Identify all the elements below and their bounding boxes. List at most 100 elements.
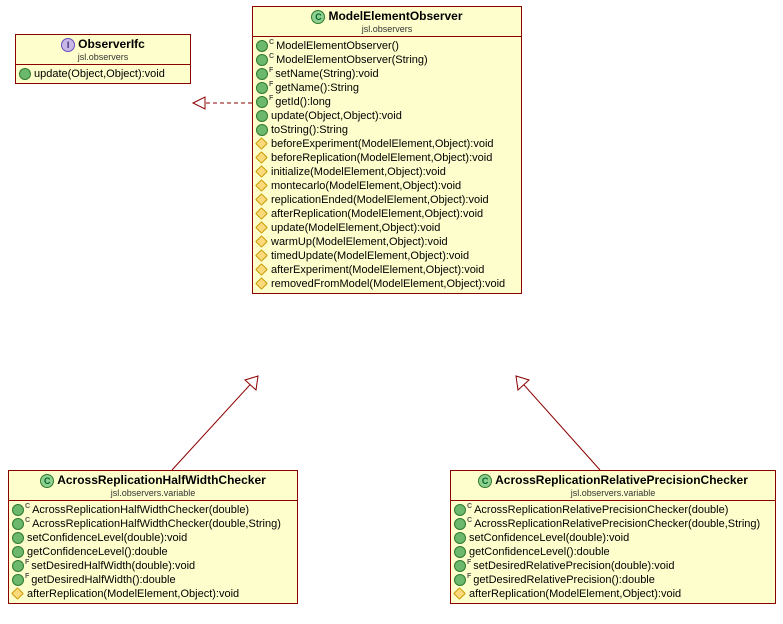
member-row: setConfidenceLevel(double):void [9, 531, 297, 545]
public-icon [12, 574, 24, 586]
member-signature: getConfidenceLevel():double [469, 546, 610, 558]
member-signature: AcrossReplicationHalfWidthChecker(double… [32, 504, 249, 516]
classname-text: AcrossReplicationRelativePrecisionChecke… [495, 473, 748, 487]
class-icon: C [478, 474, 492, 488]
member-list: CAcrossReplicationRelativePrecisionCheck… [451, 501, 775, 603]
protected-icon [255, 179, 268, 192]
member-signature: AcrossReplicationRelativePrecisionChecke… [474, 504, 728, 516]
member-tag: C [25, 503, 30, 510]
class-name: CAcrossReplicationHalfWidthChecker [13, 473, 293, 488]
member-list: update(Object,Object):void [16, 65, 190, 83]
member-row: afterReplication(ModelElement,Object):vo… [9, 587, 297, 601]
classname-text: AcrossReplicationHalfWidthChecker [57, 473, 266, 487]
member-row: replicationEnded(ModelElement,Object):vo… [253, 193, 521, 207]
public-icon [256, 54, 268, 66]
member-tag: F [25, 559, 29, 566]
interface-icon: I [61, 38, 75, 52]
member-signature: AcrossReplicationHalfWidthChecker(double… [32, 518, 281, 530]
public-icon [12, 504, 24, 516]
member-signature: setConfidenceLevel(double):void [27, 532, 187, 544]
member-tag: F [25, 573, 29, 580]
protected-icon [255, 151, 268, 164]
package-label: jsl.observers.variable [455, 488, 771, 498]
member-signature: ModelElementObserver() [276, 40, 399, 52]
member-row: FsetDesiredRelativePrecision(double):voi… [451, 559, 775, 573]
member-signature: setDesiredRelativePrecision(double):void [473, 560, 674, 572]
member-row: setConfidenceLevel(double):void [451, 531, 775, 545]
member-signature: beforeReplication(ModelElement,Object):v… [271, 152, 492, 164]
member-list: CModelElementObserver()CModelElementObse… [253, 37, 521, 293]
public-icon [256, 40, 268, 52]
package-label: jsl.observers [20, 52, 186, 62]
member-row: montecarlo(ModelElement,Object):void [253, 179, 521, 193]
member-tag: C [467, 503, 472, 510]
member-signature: afterReplication(ModelElement,Object):vo… [27, 588, 239, 600]
class-name: IObserverIfc [20, 37, 186, 52]
member-row: afterReplication(ModelElement,Object):vo… [451, 587, 775, 601]
member-signature: afterExperiment(ModelElement,Object):voi… [271, 264, 484, 276]
member-tag: F [467, 573, 471, 580]
member-tag: F [269, 81, 273, 88]
member-row: CModelElementObserver() [253, 39, 521, 53]
member-row: warmUp(ModelElement,Object):void [253, 235, 521, 249]
classname-text: ModelElementObserver [328, 9, 462, 23]
member-tag: F [467, 559, 471, 566]
member-list: CAcrossReplicationHalfWidthChecker(doubl… [9, 501, 297, 603]
member-signature: initialize(ModelElement,Object):void [271, 166, 446, 178]
public-icon [12, 518, 24, 530]
member-tag: C [269, 39, 274, 46]
member-row: FsetName(String):void [253, 67, 521, 81]
member-row: update(ModelElement,Object):void [253, 221, 521, 235]
member-row: toString():String [253, 123, 521, 137]
protected-icon [255, 235, 268, 248]
class-header: CAcrossReplicationHalfWidthChecker jsl.o… [9, 471, 297, 501]
class-name: CAcrossReplicationRelativePrecisionCheck… [455, 473, 771, 488]
class-header: CModelElementObserver jsl.observers [253, 7, 521, 37]
public-icon [454, 532, 466, 544]
member-row: getConfidenceLevel():double [9, 545, 297, 559]
class-icon: C [311, 10, 325, 24]
protected-icon [255, 263, 268, 276]
member-row: FgetName():String [253, 81, 521, 95]
class-header: CAcrossReplicationRelativePrecisionCheck… [451, 471, 775, 501]
protected-icon [453, 587, 466, 600]
member-tag: C [25, 517, 30, 524]
member-signature: afterReplication(ModelElement,Object):vo… [271, 208, 483, 220]
member-row: CAcrossReplicationHalfWidthChecker(doubl… [9, 517, 297, 531]
member-tag: C [467, 517, 472, 524]
public-icon [12, 546, 24, 558]
member-signature: getDesiredRelativePrecision():double [473, 574, 655, 586]
public-icon [256, 68, 268, 80]
member-row: CAcrossReplicationRelativePrecisionCheck… [451, 503, 775, 517]
member-row: beforeReplication(ModelElement,Object):v… [253, 151, 521, 165]
public-icon [256, 96, 268, 108]
class-halfwidthchecker: CAcrossReplicationHalfWidthChecker jsl.o… [8, 470, 298, 604]
member-signature: update(Object,Object):void [34, 68, 165, 80]
member-row: update(Object,Object):void [253, 109, 521, 123]
protected-icon [255, 207, 268, 220]
public-icon [256, 124, 268, 136]
protected-icon [255, 221, 268, 234]
public-icon [454, 546, 466, 558]
class-relativeprecisionchecker: CAcrossReplicationRelativePrecisionCheck… [450, 470, 776, 604]
member-signature: montecarlo(ModelElement,Object):void [271, 180, 461, 192]
class-modelelementobserver: CModelElementObserver jsl.observers CMod… [252, 6, 522, 294]
member-tag: F [269, 67, 273, 74]
member-signature: getId():long [275, 96, 331, 108]
public-icon [12, 560, 24, 572]
member-signature: AcrossReplicationRelativePrecisionChecke… [474, 518, 760, 530]
member-signature: warmUp(ModelElement,Object):void [271, 236, 448, 248]
member-signature: beforeExperiment(ModelElement,Object):vo… [271, 138, 494, 150]
member-row: removedFromModel(ModelElement,Object):vo… [253, 277, 521, 291]
member-signature: toString():String [271, 124, 348, 136]
member-row: afterReplication(ModelElement,Object):vo… [253, 207, 521, 221]
protected-icon [255, 137, 268, 150]
class-header: IObserverIfc jsl.observers [16, 35, 190, 65]
member-signature: update(ModelElement,Object):void [271, 222, 440, 234]
member-row: CAcrossReplicationRelativePrecisionCheck… [451, 517, 775, 531]
public-icon [454, 560, 466, 572]
class-icon: C [40, 474, 54, 488]
member-signature: afterReplication(ModelElement,Object):vo… [469, 588, 681, 600]
member-row: initialize(ModelElement,Object):void [253, 165, 521, 179]
protected-icon [255, 277, 268, 290]
